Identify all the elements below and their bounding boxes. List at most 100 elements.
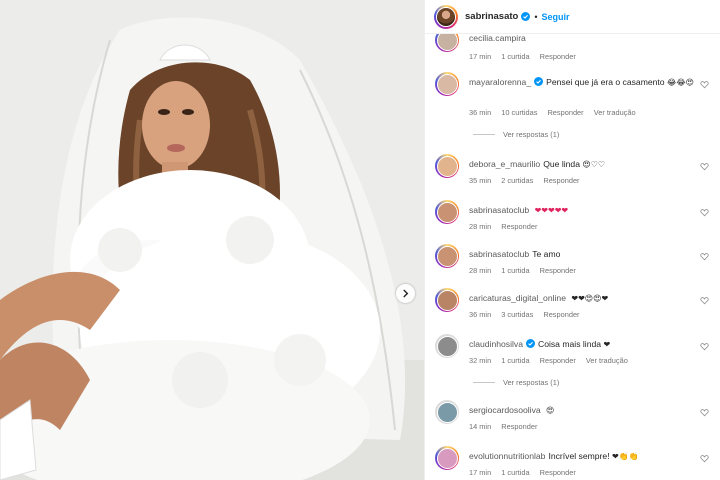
comment-likes[interactable]: 10 curtidas bbox=[501, 108, 537, 117]
commenter-avatar[interactable] bbox=[435, 400, 459, 424]
heart-outline-icon[interactable] bbox=[700, 208, 709, 217]
comment-emoji: ❤👏👏 bbox=[611, 452, 639, 461]
comment-meta: 35 min 2 curtidas Responder bbox=[469, 176, 588, 185]
view-replies-label: Ver respostas (1) bbox=[503, 130, 560, 139]
view-replies-button[interactable]: Ver respostas (1) bbox=[473, 130, 559, 139]
reply-button[interactable]: Responder bbox=[501, 222, 537, 231]
heart-outline-icon[interactable] bbox=[700, 80, 709, 89]
comment-time: 32 min bbox=[469, 356, 492, 365]
view-replies-label: Ver respostas (1) bbox=[503, 378, 560, 387]
reply-button[interactable]: Responder bbox=[543, 176, 579, 185]
comment-time: 35 min bbox=[469, 176, 492, 185]
commenter-avatar[interactable] bbox=[435, 72, 459, 96]
commenter-avatar[interactable] bbox=[435, 244, 459, 268]
heart-outline-icon[interactable] bbox=[700, 162, 709, 171]
comment-likes[interactable]: 1 curtida bbox=[501, 52, 529, 61]
verified-badge-icon bbox=[525, 339, 535, 348]
comment-likes[interactable]: 3 curtidas bbox=[501, 310, 533, 319]
comment-time: 17 min bbox=[469, 52, 492, 61]
comment-text: Que linda bbox=[543, 159, 580, 169]
post-photo bbox=[0, 0, 424, 480]
comment-time: 36 min bbox=[469, 310, 492, 319]
comment-text: Te amo bbox=[532, 249, 561, 259]
comment-content: sabrinasatoclub Te amo bbox=[469, 248, 711, 260]
reply-button[interactable]: Responder bbox=[501, 422, 537, 431]
comment-content: sabrinasatoclub ❤❤❤❤❤ bbox=[469, 204, 711, 217]
comment-time: 14 min bbox=[469, 422, 492, 431]
comment-username[interactable]: cecilia.campira bbox=[469, 33, 526, 43]
heart-outline-icon[interactable] bbox=[700, 296, 709, 305]
comment-emoji: 😍♡♡ bbox=[582, 160, 606, 169]
comment-username[interactable]: sabrinasatoclub bbox=[469, 205, 529, 215]
commenter-avatar[interactable] bbox=[435, 154, 459, 178]
comment-likes[interactable]: 1 curtida bbox=[501, 356, 529, 365]
commenter-avatar[interactable] bbox=[435, 288, 459, 312]
heart-outline-icon[interactable] bbox=[700, 408, 709, 417]
comment-meta: 28 min 1 curtida Responder bbox=[469, 266, 584, 275]
comment-likes[interactable]: 1 curtida bbox=[501, 266, 529, 275]
comment-content: evolutionnutritionlab Incrível sempre! ❤👏… bbox=[469, 450, 711, 463]
comment-content: caricaturas_digital_online ❤❤😍😍❤ bbox=[469, 292, 711, 305]
translate-button[interactable]: Ver tradução bbox=[586, 356, 628, 365]
author-avatar[interactable] bbox=[434, 4, 458, 29]
heart-outline-icon[interactable] bbox=[700, 454, 709, 463]
comment-emoji: ❤❤😍😍❤ bbox=[571, 294, 609, 303]
heart-outline-icon[interactable] bbox=[700, 342, 709, 351]
comment-meta: 28 min Responder bbox=[469, 222, 545, 231]
reply-button[interactable]: Responder bbox=[540, 52, 576, 61]
comment-content: claudinhosilva Coisa mais linda ❤ bbox=[469, 338, 711, 351]
comment-time: 28 min bbox=[469, 222, 492, 231]
comment-emoji: ❤ bbox=[603, 340, 611, 349]
comment-content: debora_e_maurilio Que linda 😍♡♡ bbox=[469, 158, 711, 171]
chevron-right-icon bbox=[403, 289, 409, 298]
comment-emoji: 😍 bbox=[546, 406, 555, 415]
comment-likes[interactable]: 2 curtidas bbox=[501, 176, 533, 185]
comments-panel: sabrinasato • Seguir cecilia.campira 17 … bbox=[424, 0, 720, 480]
reply-button[interactable]: Responder bbox=[540, 266, 576, 275]
view-replies-button[interactable]: Ver respostas (1) bbox=[473, 378, 559, 387]
reply-button[interactable]: Responder bbox=[543, 310, 579, 319]
comment-text: Coisa mais linda bbox=[537, 339, 602, 349]
comment-emoji: ❤❤❤❤❤ bbox=[534, 206, 569, 215]
comment-username[interactable]: caricaturas_digital_online bbox=[469, 293, 566, 303]
comment-content: mayaralorenna_ Pensei que já era o casame… bbox=[469, 76, 711, 89]
follow-button[interactable]: Seguir bbox=[541, 12, 569, 22]
comment-likes[interactable]: 1 curtida bbox=[501, 468, 529, 477]
bride-illustration bbox=[0, 0, 424, 480]
comment-meta: 17 min 1 curtida Responder bbox=[469, 52, 584, 61]
replies-line bbox=[473, 382, 495, 383]
comment-meta: 32 min 1 curtida Responder Ver tradução bbox=[469, 356, 636, 365]
comment-content: sergiocardosooliva 😍 bbox=[469, 404, 711, 417]
verified-badge-icon bbox=[521, 12, 531, 21]
reply-button[interactable]: Responder bbox=[540, 468, 576, 477]
reply-button[interactable]: Responder bbox=[547, 108, 583, 117]
comment-meta: 17 min 1 curtida Responder bbox=[469, 468, 584, 477]
comment-text: Incrível sempre! bbox=[548, 451, 610, 461]
commenter-avatar[interactable] bbox=[435, 334, 459, 358]
post-header: sabrinasato • Seguir bbox=[425, 0, 720, 34]
header-separator: • bbox=[534, 11, 538, 22]
commenter-avatar[interactable] bbox=[435, 200, 459, 224]
verified-badge-icon bbox=[534, 77, 544, 86]
reply-button[interactable]: Responder bbox=[540, 356, 576, 365]
comment-time: 36 min bbox=[469, 108, 492, 117]
author-username[interactable]: sabrinasato bbox=[465, 11, 518, 22]
comment-meta: 36 min 3 curtidas Responder bbox=[469, 310, 588, 319]
translate-button[interactable]: Ver tradução bbox=[594, 108, 636, 117]
comment-username[interactable]: claudinhosilva bbox=[469, 339, 523, 349]
comment-username[interactable]: sergiocardosooliva bbox=[469, 405, 541, 415]
comment-time: 17 min bbox=[469, 468, 492, 477]
comment-username[interactable]: debora_e_maurilio bbox=[469, 159, 540, 169]
commenter-avatar[interactable] bbox=[435, 446, 459, 470]
comment-meta: 14 min Responder bbox=[469, 422, 545, 431]
heart-outline-icon[interactable] bbox=[700, 252, 709, 261]
comment-meta: 36 min 10 curtidas Responder Ver traduçã… bbox=[469, 108, 644, 117]
comment-emoji: 😂😂😍 bbox=[666, 78, 695, 87]
comment-username[interactable]: mayaralorenna_ bbox=[469, 77, 531, 87]
comment-username[interactable]: sabrinasatoclub bbox=[469, 249, 529, 259]
next-photo-button[interactable] bbox=[396, 284, 415, 303]
comment-text: Pensei que já era o casamento bbox=[546, 77, 665, 87]
comment-time: 28 min bbox=[469, 266, 492, 275]
comment-username[interactable]: evolutionnutritionlab bbox=[469, 451, 545, 461]
replies-line bbox=[473, 134, 495, 135]
